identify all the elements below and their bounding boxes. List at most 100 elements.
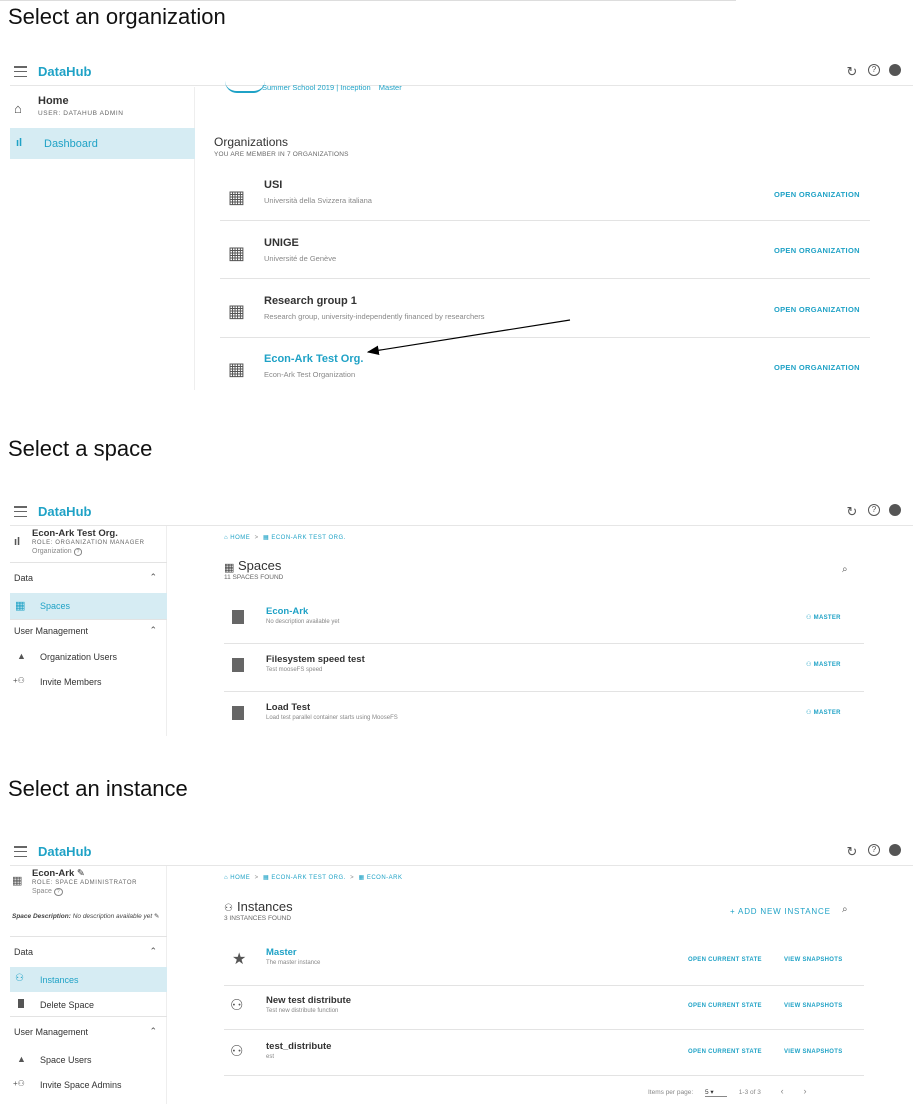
add-group-icon: +⚇ (13, 1079, 25, 1088)
menu-icon[interactable] (14, 506, 27, 518)
sidebar-item-organization-users[interactable]: ▲ Organization Users (10, 648, 167, 668)
star-icon: ★ (232, 951, 247, 968)
instance-name[interactable]: Master (266, 947, 297, 958)
chevron-up-icon: ⌃ (149, 572, 157, 582)
instance-name[interactable]: New test distribute (266, 995, 351, 1006)
sidebar-item-invite-space-admins[interactable]: +⚇ Invite Space Admins (10, 1076, 167, 1096)
sidebar-home[interactable]: ⌂ Home USER: DATAHUB ADMIN (10, 93, 195, 127)
grid-icon: ▦ (358, 875, 365, 881)
list-item[interactable]: Filesystem speed test Test mooseFS speed… (224, 646, 864, 692)
next-page-button[interactable]: › (803, 1086, 806, 1096)
list-item[interactable]: ▦ USI Università della Svizzera italiana… (220, 169, 870, 221)
home-icon: ⌂ (14, 101, 22, 116)
account-icon[interactable] (889, 64, 901, 76)
section-user-management[interactable]: User Management ⌃ (10, 623, 167, 641)
person-icon: ▲ (17, 651, 26, 661)
add-new-instance-button[interactable]: + ADD NEW INSTANCE (730, 907, 831, 916)
trash-icon (18, 999, 24, 1008)
open-organization-button[interactable]: OPEN ORGANIZATION (774, 246, 860, 255)
screenshot-organizations: DataHub ↻ ? ⌂ Home USER: DATAHUB ADMIN ı… (10, 60, 913, 390)
search-icon[interactable]: ⌕ (842, 904, 848, 915)
list-item[interactable]: ▦ Research group 1 Research group, unive… (220, 281, 870, 338)
brand-title[interactable]: DataHub (38, 844, 91, 859)
help-icon[interactable]: ? (868, 64, 880, 76)
space-desc: Load test parallel container starts usin… (266, 715, 398, 721)
sidebar-item-invite-members[interactable]: +⚇ Invite Members (10, 673, 167, 693)
divider (10, 562, 167, 563)
add-group-icon: +⚇ (13, 676, 25, 685)
space-name[interactable]: Econ-Ark (266, 606, 308, 617)
prev-page-button[interactable]: ‹ (781, 1086, 784, 1096)
list-item[interactable]: ⚇ New test distribute Test new distribut… (224, 988, 864, 1030)
menu-icon[interactable] (14, 66, 27, 78)
refresh-icon[interactable]: ↻ (845, 504, 859, 520)
divider (10, 1016, 167, 1017)
space-icon (232, 658, 244, 672)
sidebar-item-dashboard[interactable]: ıl Dashboard (10, 128, 195, 159)
list-item[interactable]: ★ Master The master instance OPEN CURREN… (224, 940, 864, 986)
org-desc: Università della Svizzera italiana (264, 196, 372, 205)
grid-icon: ▦ (224, 562, 235, 574)
sidebar-item-instances[interactable]: ⚇ Instances (10, 967, 167, 992)
open-current-state-button[interactable]: OPEN CURRENT STATE (688, 1003, 762, 1009)
list-item[interactable]: ⚇ test_distribute est OPEN CURRENT STATE… (224, 1032, 864, 1076)
list-item[interactable]: ▦ Econ-Ark Test Org. Econ-Ark Test Organ… (220, 339, 870, 390)
open-organization-button[interactable]: OPEN ORGANIZATION (774, 190, 860, 199)
divider (10, 936, 167, 937)
master-button[interactable]: ⚇ MASTER (806, 661, 841, 668)
open-current-state-button[interactable]: OPEN CURRENT STATE (688, 1049, 762, 1055)
group-icon: ⚇ (15, 973, 24, 984)
list-item[interactable]: Load Test Load test parallel container s… (224, 694, 864, 736)
search-icon[interactable]: ⌕ (842, 564, 848, 575)
list-item[interactable]: Econ-Ark No description available yet ⚇ … (224, 600, 864, 644)
master-button[interactable]: ⚇ MASTER (806, 614, 841, 621)
view-snapshots-button[interactable]: VIEW SNAPSHOTS (784, 1049, 843, 1055)
sidebar-item-space-users[interactable]: ▲ Space Users (10, 1051, 167, 1071)
building-icon: ▦ (228, 301, 246, 321)
refresh-icon[interactable]: ↻ (845, 844, 859, 860)
chevron-up-icon: ⌃ (149, 1026, 157, 1036)
account-icon[interactable] (889, 504, 901, 516)
org-name[interactable]: UNIGE (264, 237, 299, 249)
title-underline (0, 0, 736, 1)
space-name[interactable]: Filesystem speed test (266, 654, 365, 665)
account-icon[interactable] (889, 844, 901, 856)
app-topbar: DataHub ↻ ? (10, 840, 913, 866)
list-item[interactable]: ▦ UNIGE Université de Genève OPEN ORGANI… (220, 223, 870, 279)
view-snapshots-button[interactable]: VIEW SNAPSHOTS (784, 957, 843, 963)
edit-icon[interactable]: ✎ (154, 913, 159, 920)
section-user-management[interactable]: User Management ⌃ (10, 1024, 167, 1042)
sidebar-item-delete-space[interactable]: Delete Space (10, 996, 167, 1016)
paginator: Items per page: 5 ▾ 1-3 of 3 ‹ › (648, 1086, 806, 1097)
master-button[interactable]: ⚇ MASTER (806, 709, 841, 716)
org-name[interactable]: Econ-Ark Test Org. (264, 353, 363, 365)
partial-header (225, 81, 265, 93)
view-snapshots-button[interactable]: VIEW SNAPSHOTS (784, 1003, 843, 1009)
org-name[interactable]: USI (264, 179, 282, 191)
open-current-state-button[interactable]: OPEN CURRENT STATE (688, 957, 762, 963)
open-organization-button[interactable]: OPEN ORGANIZATION (774, 363, 860, 372)
sidebar-item-spaces[interactable]: ▦ Spaces (10, 593, 167, 619)
refresh-icon[interactable]: ↻ (845, 64, 859, 80)
sidebar-item-label: Dashboard (44, 138, 98, 150)
section-data[interactable]: Data ⌃ (10, 944, 167, 962)
help-icon[interactable]: ? (868, 844, 880, 856)
space-type: Space ? (32, 888, 63, 896)
menu-icon[interactable] (14, 846, 27, 858)
building-icon: ▦ (262, 875, 270, 881)
space-name[interactable]: Load Test (266, 702, 310, 713)
edit-icon[interactable]: ✎ (77, 868, 85, 879)
help-icon[interactable]: ? (868, 504, 880, 516)
chevron-up-icon: ⌃ (149, 946, 157, 956)
brand-title[interactable]: DataHub (38, 64, 91, 79)
building-icon: ▦ (228, 359, 246, 379)
main-content: ⌂ HOME > ▦ ECON-ARK TEST ORG. ▦ Spaces 1… (224, 526, 913, 736)
items-per-page-select[interactable]: 5 ▾ (704, 1088, 727, 1097)
sidebar-item-label: Instances (40, 975, 79, 985)
brand-title[interactable]: DataHub (38, 504, 91, 519)
section-data[interactable]: Data ⌃ (10, 570, 167, 588)
org-name[interactable]: Research group 1 (264, 295, 357, 307)
open-organization-button[interactable]: OPEN ORGANIZATION (774, 305, 860, 314)
bar-chart-icon: ıl (14, 536, 21, 548)
instance-name[interactable]: test_distribute (266, 1041, 331, 1052)
